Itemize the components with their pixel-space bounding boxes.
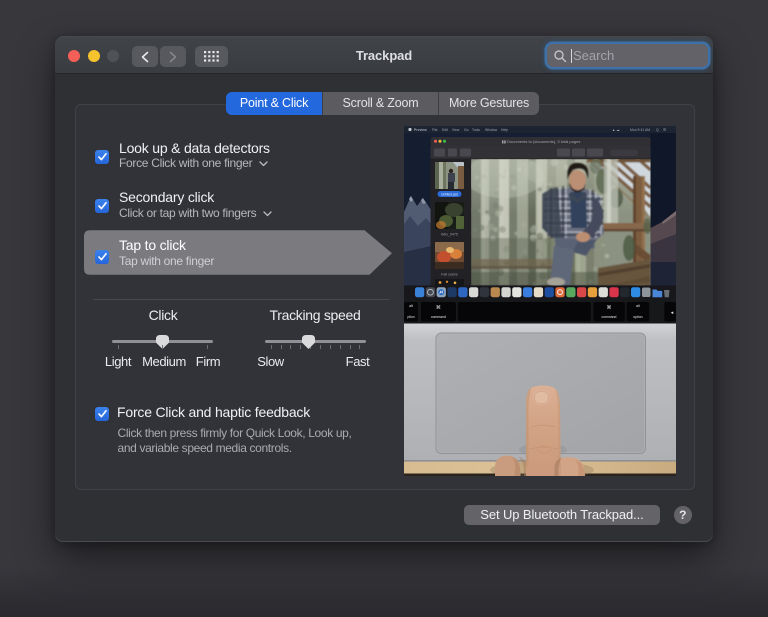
svg-text:⌘: ⌘	[607, 305, 612, 311]
svg-text:Go: Go	[464, 128, 469, 132]
svg-text:ption: ption	[407, 315, 414, 319]
svg-text:alt: alt	[409, 304, 413, 308]
svg-text:☰: ☰	[663, 128, 666, 132]
svg-text:Fall colors: Fall colors	[441, 273, 458, 277]
svg-text:option: option	[633, 315, 642, 319]
svg-text:Edit: Edit	[442, 128, 448, 132]
svg-text:View: View	[452, 128, 460, 132]
svg-text:Help: Help	[501, 128, 508, 132]
svg-text:Q: Q	[656, 128, 659, 132]
svg-text:Untitled.psd: Untitled.psd	[441, 193, 458, 197]
svg-text:IMG_0475: IMG_0475	[441, 233, 458, 237]
svg-text:▲ ☁: ▲ ☁	[612, 128, 620, 132]
svg-text:Mon 9:41 AM: Mon 9:41 AM	[630, 128, 650, 132]
svg-text:Preview: Preview	[414, 128, 427, 132]
svg-text:alt: alt	[636, 304, 640, 308]
svg-text:▮▮ Documents to (documents), 3: ▮▮ Documents to (documents), 3 total pag…	[502, 139, 581, 144]
svg-text:⌘: ⌘	[436, 305, 441, 311]
svg-text:Tools: Tools	[472, 128, 480, 132]
svg-text:File: File	[432, 128, 438, 132]
svg-text:command: command	[602, 315, 617, 319]
svg-text:Window: Window	[485, 128, 498, 132]
svg-text:command: command	[431, 315, 446, 319]
